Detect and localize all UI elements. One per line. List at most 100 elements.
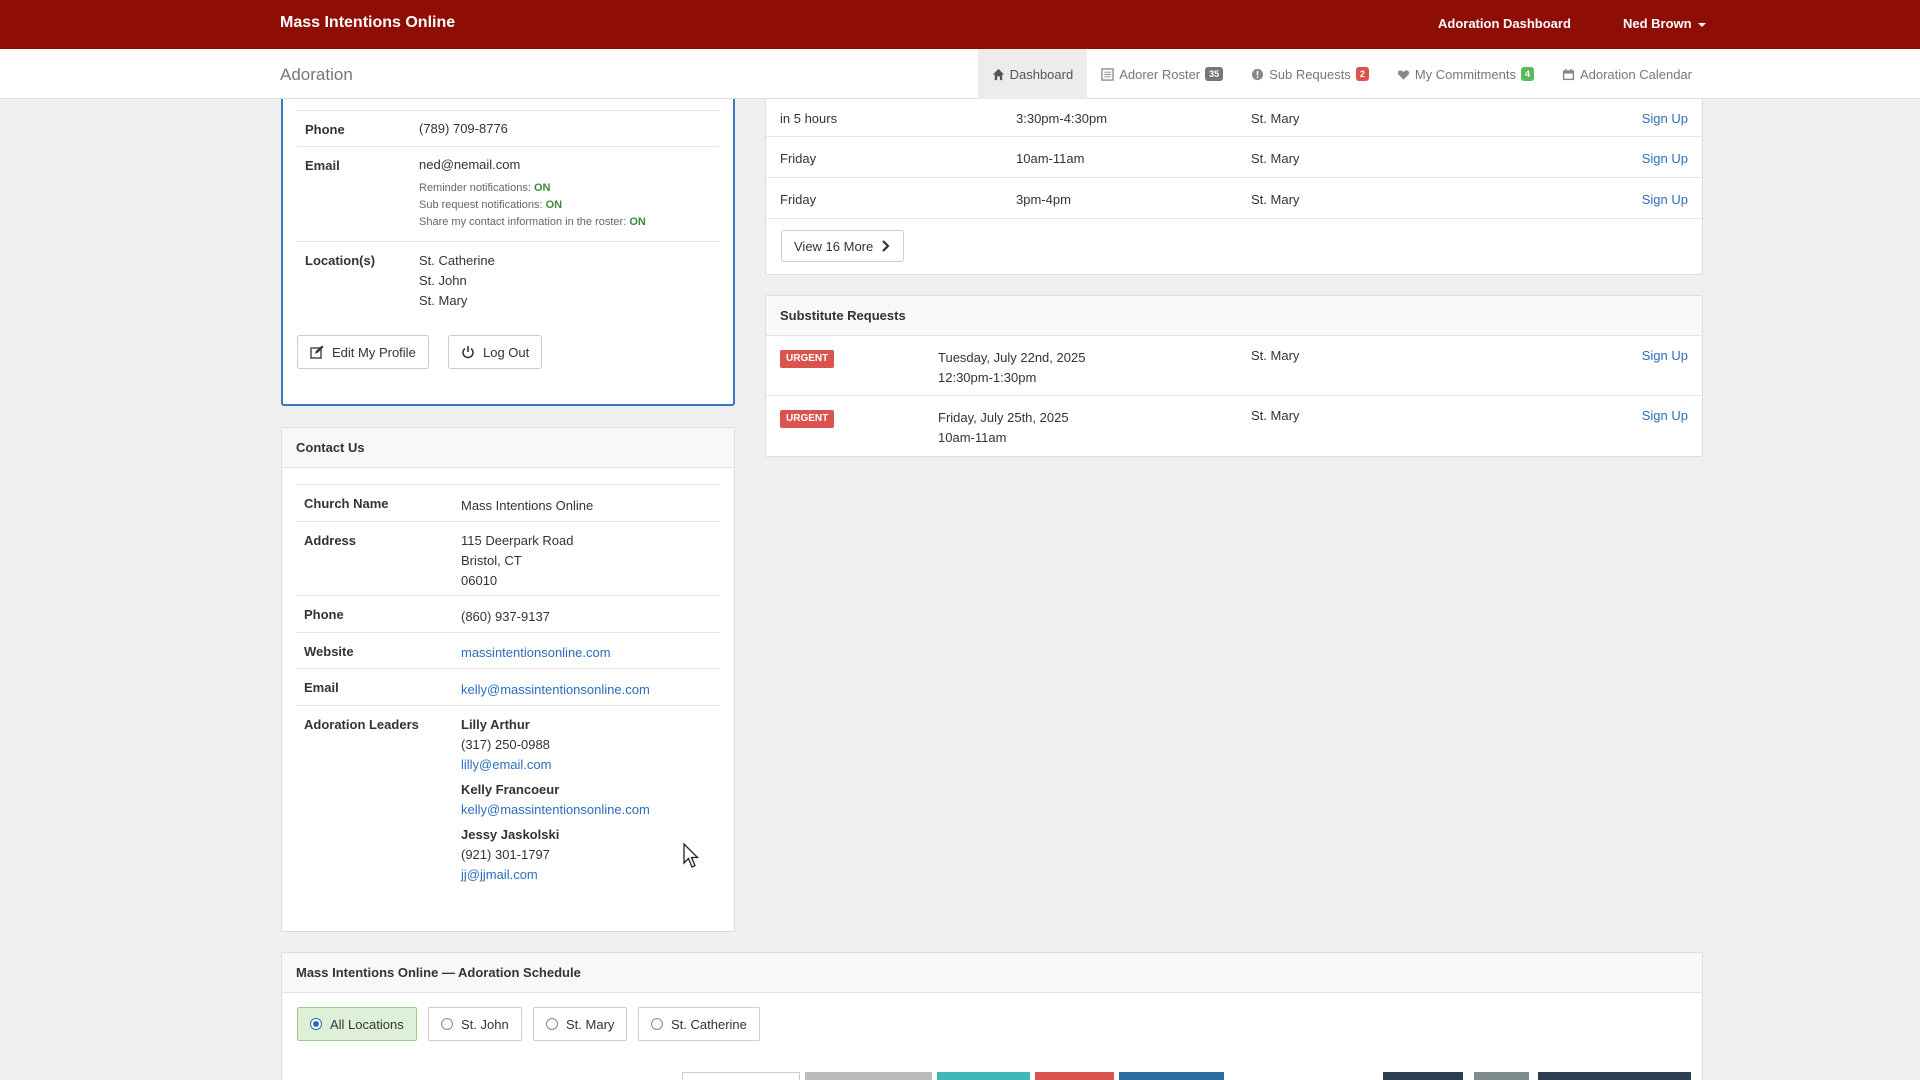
tab-adorer-roster[interactable]: Adorer Roster 35 [1087,49,1237,99]
contact-phone-row: Phone (860) 937-9137 [296,595,720,632]
schedule-toolbar-button[interactable] [937,1072,1030,1080]
profile-locations-list: St. Catherine St. John St. Mary [419,251,495,311]
mouse-pointer-icon [683,843,700,868]
profile-phone-value: (789) 709-8776 [419,121,508,136]
tab-sub-requests[interactable]: Sub Requests 2 [1237,49,1383,99]
brand-logo-text[interactable]: Mass Intentions Online [280,14,455,32]
open-hour-row: in 5 hours 3:30pm-4:30pm St. Mary Sign U… [766,99,1702,137]
edit-profile-button[interactable]: Edit My Profile [297,335,429,369]
church-name-row: Church Name Mass Intentions Online [296,484,720,521]
profile-phone-label: Phone [305,122,345,137]
sub-request-time: 10am-11am [938,430,1007,445]
adoration-dashboard-link[interactable]: Adoration Dashboard [1438,16,1571,31]
sub-request-location: St. Mary [1251,408,1300,423]
profile-panel: Phone (789) 709-8776 Email ned@nemail.co… [281,99,735,406]
leader-email-link[interactable]: kelly@massintentionsonline.com [461,800,650,820]
schedule-heading: Mass Intentions Online — Adoration Sched… [282,953,1702,993]
open-hour-time: 3:30pm-4:30pm [1016,111,1108,126]
contact-email-row: Email kelly@massintentionsonline.com [296,668,720,705]
open-hour-when: Friday [780,192,817,207]
schedule-toolbar-button[interactable] [1538,1072,1691,1080]
sub-request-date: Tuesday, July 22nd, 2025 [938,350,1086,365]
address-line: 06010 [461,573,498,588]
address-value: 115 Deerpark Road Bristol, CT 06010 [461,531,574,591]
contact-phone-label: Phone [304,607,344,622]
home-icon [992,68,1004,80]
leader-phone: (921) 301-1797 [461,847,550,862]
address-row: Address 115 Deerpark Road Bristol, CT 06… [296,521,720,595]
location-item: St. Mary [419,293,468,308]
sub-request-location: St. Mary [1251,348,1300,363]
leaders-list: Lilly Arthur (317) 250-0988 lilly@email.… [461,715,650,885]
sub-requests-heading: Substitute Requests [766,296,1702,336]
contact-panel: Contact Us Church Name Mass Intentions O… [281,427,735,932]
sign-up-link[interactable]: Sign Up [1642,151,1688,166]
radio-icon [441,1018,453,1030]
tab-dashboard[interactable]: Dashboard [977,49,1088,99]
urgent-badge: URGENT [780,410,835,428]
website-link[interactable]: massintentionsonline.com [461,643,611,663]
filter-st-john[interactable]: St. John [428,1007,522,1041]
schedule-toolbar-button[interactable] [805,1072,932,1080]
schedule-toolbar-button[interactable] [1119,1072,1224,1080]
leader-phone: (317) 250-0988 [461,737,550,752]
filter-all-locations[interactable]: All Locations [297,1007,417,1041]
caret-down-icon [1697,22,1706,27]
church-name-label: Church Name [304,496,389,511]
tab-my-commitments[interactable]: My Commitments 4 [1383,49,1548,99]
filter-label: St. Catherine [671,1016,747,1032]
address-line: Bristol, CT [461,553,522,568]
contact-phone-value: (860) 937-9137 [461,609,550,624]
contact-email-link[interactable]: kelly@massintentionsonline.com [461,680,650,700]
filter-label: All Locations [330,1016,404,1032]
open-hours-panel: in 5 hours 3:30pm-4:30pm St. Mary Sign U… [765,99,1703,275]
sub-request-datetime: Tuesday, July 22nd, 2025 12:30pm-1:30pm [938,348,1085,388]
leader-name: Jessy Jaskolski [461,827,560,842]
user-menu[interactable]: Ned Brown [1623,16,1706,31]
website-label: Website [304,644,354,659]
logout-button[interactable]: Log Out [448,335,543,369]
notification-settings: Reminder notifications: ON Sub request n… [419,180,646,231]
leader-item: Kelly Francoeur kelly@massintentionsonli… [461,780,650,820]
logout-label: Log Out [483,344,530,360]
sign-up-link[interactable]: Sign Up [1642,348,1688,363]
share-label: Share my contact information in the rost… [419,216,627,228]
commitments-count-badge: 4 [1520,67,1534,81]
leader-email-link[interactable]: jj@jjmail.com [461,865,650,885]
location-item: St. Catherine [419,253,495,268]
sign-up-link[interactable]: Sign Up [1642,111,1688,126]
open-hour-location: St. Mary [1251,111,1300,126]
open-hour-row: Friday 3pm-4pm St. Mary Sign Up [766,178,1702,219]
sub-navbar: Adoration Dashboard Adorer Roster 35 Sub… [0,49,1920,99]
sign-up-link[interactable]: Sign Up [1642,192,1688,207]
edit-icon [310,345,324,359]
leader-item: Jessy Jaskolski (921) 301-1797 jj@jjmail… [461,825,650,885]
open-hour-time: 3pm-4pm [1016,192,1071,207]
radio-selected-icon [310,1018,322,1030]
view-more-button[interactable]: View 16 More [781,230,905,262]
schedule-toolbar-button[interactable] [1383,1072,1463,1080]
sub-request-row: URGENT Tuesday, July 22nd, 2025 12:30pm-… [766,336,1702,396]
tab-label: Adoration Calendar [1579,66,1692,82]
profile-email-row: Email ned@nemail.com Reminder notificati… [297,146,719,241]
leader-email-link[interactable]: lilly@email.com [461,755,650,775]
sub-request-time: 12:30pm-1:30pm [938,370,1037,385]
filter-st-catherine[interactable]: St. Catherine [638,1007,760,1041]
leader-name: Lilly Arthur [461,717,530,732]
reminder-status: ON [533,182,551,194]
schedule-toolbar-button[interactable] [1035,1072,1114,1080]
filter-st-mary[interactable]: St. Mary [533,1007,628,1041]
open-hour-location: St. Mary [1251,151,1300,166]
sign-up-link[interactable]: Sign Up [1642,408,1688,423]
open-hour-time: 10am-11am [1016,151,1085,166]
section-title: Adoration [280,65,353,84]
profile-locations-row: Location(s) St. Catherine St. John St. M… [297,241,719,321]
tab-label: Sub Requests [1269,66,1351,82]
address-line: 115 Deerpark Road [461,533,574,548]
sub-request-datetime: Friday, July 25th, 2025 10am-11am [938,408,1069,448]
edit-profile-label: Edit My Profile [332,344,416,360]
tab-adoration-calendar[interactable]: Adoration Calendar [1548,49,1706,99]
subreq-label: Sub request notifications: [419,199,543,211]
schedule-toolbar-button[interactable] [1474,1072,1529,1080]
schedule-toolbar-button[interactable] [682,1072,800,1080]
